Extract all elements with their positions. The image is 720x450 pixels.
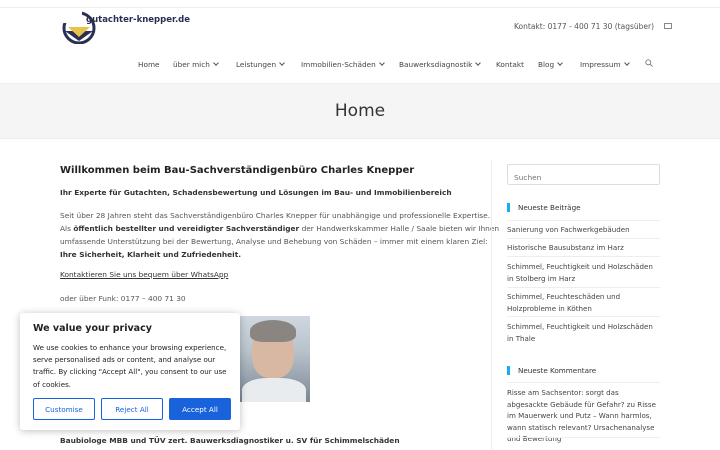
accept-all-button[interactable]: Accept All — [169, 398, 231, 420]
intro-line-4-bold: Ihre Sicherheit, Klarheit und Zufriedenh… — [60, 250, 242, 259]
main-nav: Home über mich Leistungen Immobilien-Sch… — [0, 60, 720, 70]
intro-line-1: Seit über 28 Jahren steht das Sachverstä… — [60, 211, 491, 220]
chevron-down-icon — [557, 60, 563, 66]
subtitle: Ihr Experte für Gutachten, Schadensbewer… — [60, 188, 452, 197]
divider — [507, 437, 660, 438]
mail-icon[interactable] — [664, 23, 673, 29]
recent-post-link[interactable]: Historische Bausubstanz im Harz — [507, 242, 660, 254]
divider — [507, 256, 660, 257]
nav-leistungen-label: Leistungen — [236, 60, 277, 69]
portrait-photo — [238, 316, 310, 402]
intro-line-3: umfassende Unterstützung bei der Bewertu… — [60, 237, 488, 246]
chevron-down-icon — [213, 60, 219, 66]
customise-button[interactable]: Customise — [33, 398, 95, 420]
nav-home[interactable]: Home — [138, 60, 160, 69]
nav-ueber-mich[interactable]: über mich — [173, 60, 219, 69]
recent-posts-title: Neueste Beiträge — [507, 203, 581, 212]
phone-text: oder über Funk: 0177 – 400 71 30 — [60, 294, 186, 303]
cookie-text: We use cookies to enhance your browsing … — [33, 343, 227, 389]
reject-all-button[interactable]: Reject All — [101, 398, 163, 420]
nav-bauwerksdiagnostik-label: Bauwerksdiagnostik — [399, 60, 473, 69]
nav-kontakt[interactable]: Kontakt — [496, 60, 524, 69]
logo-text[interactable]: gutachter-knepper.de — [86, 15, 190, 25]
chevron-down-icon — [279, 60, 285, 66]
nav-blog[interactable]: Blog — [538, 60, 563, 69]
sidebar-search[interactable] — [507, 164, 660, 187]
intro-line-2: Als öffentlich bestellter und vereidigte… — [60, 224, 499, 233]
contact-text: Kontakt: 0177 - 400 71 30 (tagsüber) — [514, 22, 655, 31]
divider — [507, 238, 660, 239]
header-contact: Kontakt: 0177 - 400 71 30 (tagsüber) — [514, 22, 673, 31]
divider — [507, 316, 660, 317]
nav-bauwerksdiagnostik[interactable]: Bauwerksdiagnostik — [399, 60, 482, 69]
credentials-text: Baubiologe MBB und TÜV zert. Bauwerksdia… — [60, 436, 400, 445]
intro-line-4: Ihre Sicherheit, Klarheit und Zufriedenh… — [60, 250, 241, 259]
chevron-down-icon — [378, 60, 385, 66]
nav-kontakt-label: Kontakt — [496, 60, 524, 69]
nav-leistungen[interactable]: Leistungen — [236, 60, 285, 69]
intro-line-2-pre: Als — [60, 224, 74, 233]
nav-impressum[interactable]: Impressum — [580, 60, 630, 69]
divider — [507, 287, 660, 288]
cookie-banner: We value your privacy We use cookies to … — [20, 313, 240, 430]
nav-home-label: Home — [138, 60, 160, 69]
page-title: Home — [334, 101, 386, 121]
nav-impressum-label: Impressum — [580, 60, 621, 69]
whatsapp-link[interactable]: Kontaktieren Sie uns bequem über WhatsAp… — [60, 270, 228, 279]
nav-blog-label: Blog — [538, 60, 555, 69]
top-bar — [0, 0, 720, 8]
recent-post-link[interactable]: Schimmel, Feuchtigkeit und Holzschäden i… — [507, 321, 660, 344]
portrait-hair — [250, 320, 296, 342]
chevron-down-icon — [623, 60, 630, 66]
intro-line-2-post: der Handwerkskammer Halle / Saale bieten… — [299, 224, 500, 233]
search-input[interactable] — [508, 168, 659, 187]
recent-comments-title: Neueste Kommentare — [507, 366, 596, 375]
search-icon[interactable] — [645, 59, 653, 67]
intro-line-2-bold: öffentlich bestellter und vereidigter Sa… — [73, 224, 300, 233]
recent-post-link[interactable]: Schimmel, Feuchtigkeit und Holzschäden i… — [507, 261, 660, 284]
divider — [507, 220, 660, 221]
portrait-shirt — [242, 378, 306, 402]
nav-immobilien-schaeden[interactable]: Immobilien-Schäden — [301, 60, 385, 69]
sidebar-divider — [491, 160, 492, 450]
nav-immobilien-schaeden-label: Immobilien-Schäden — [301, 60, 376, 69]
welcome-heading: Willkommen beim Bau-Sachverständigenbüro… — [60, 165, 415, 176]
divider — [507, 382, 660, 383]
chevron-down-icon — [475, 60, 482, 66]
cookie-title: We value your privacy — [33, 323, 152, 334]
recent-post-link[interactable]: Sanierung von Fachwerkgebäuden — [507, 224, 660, 236]
recent-post-link[interactable]: Schimmel, Feuchteschäden und Holzproblem… — [507, 291, 660, 314]
recent-comment[interactable]: Risse am Sachsentor: sorgt das abgesackt… — [507, 387, 660, 445]
page-header: Home — [0, 83, 720, 139]
nav-ueber-mich-label: über mich — [173, 60, 210, 69]
